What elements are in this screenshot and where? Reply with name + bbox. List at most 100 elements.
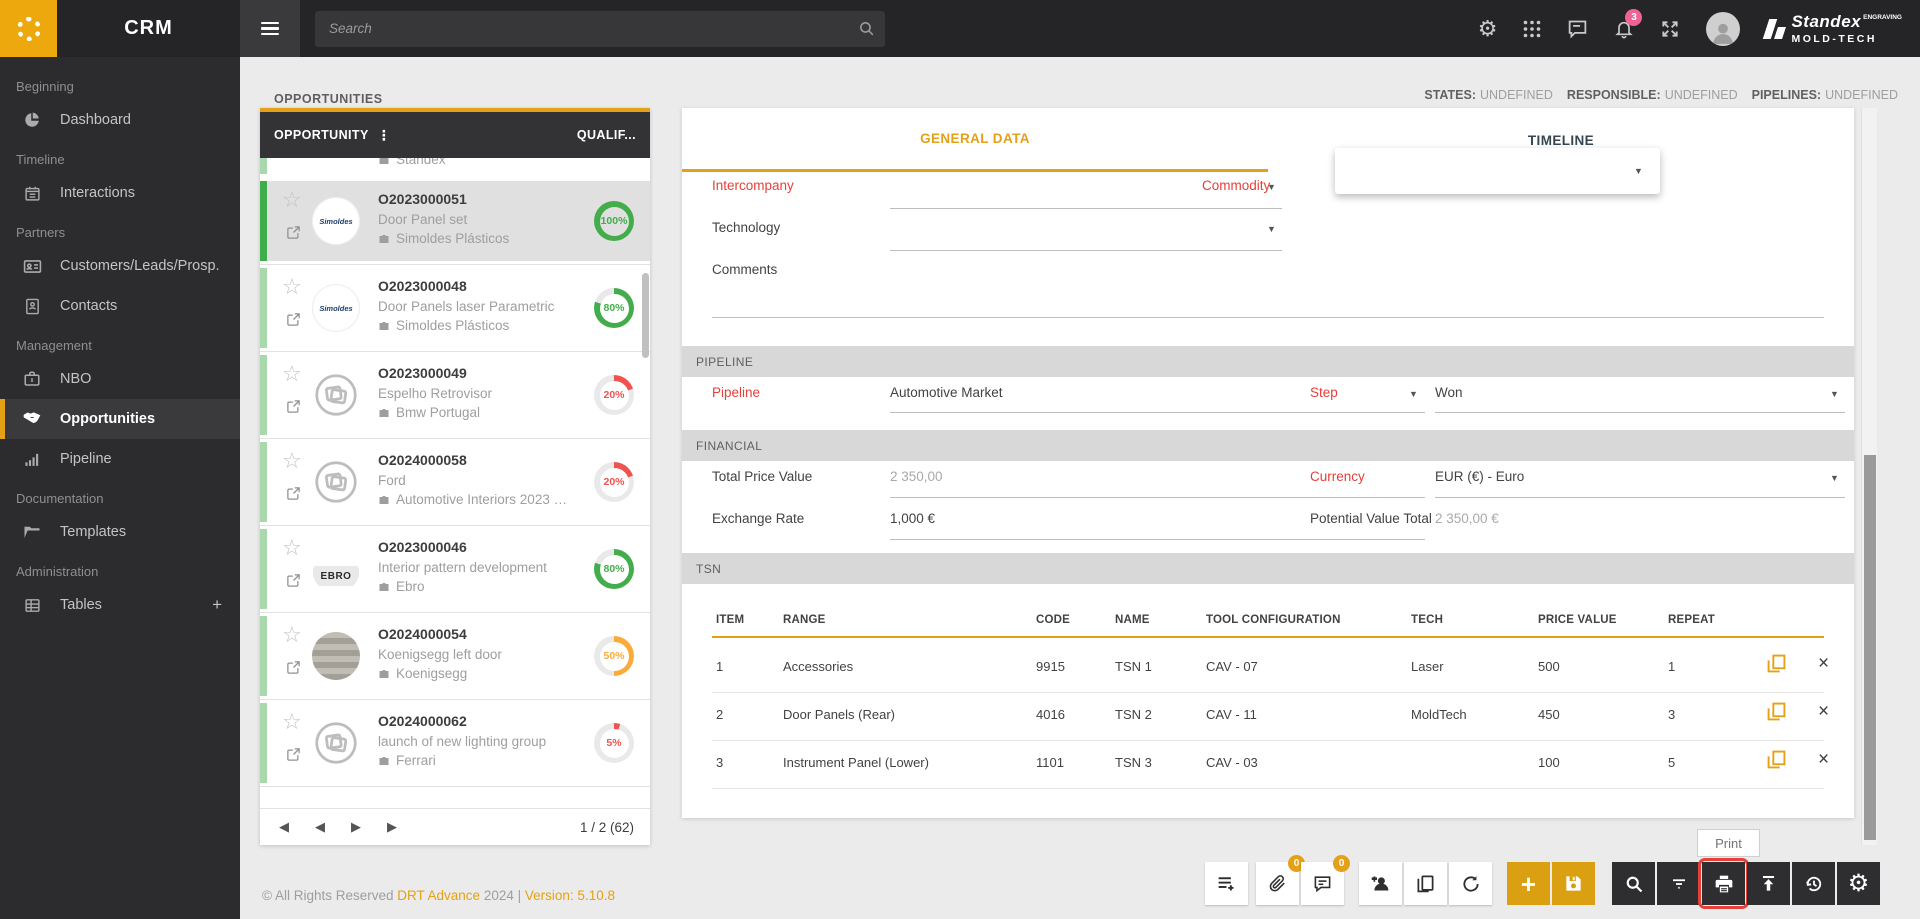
open-external-icon[interactable] [286, 399, 301, 414]
cell-repeat[interactable]: 5 [1668, 755, 1675, 770]
cell-repeat[interactable]: 3 [1668, 707, 1675, 722]
search-input[interactable] [315, 10, 885, 47]
cell-price[interactable]: 450 [1538, 707, 1560, 722]
cell-tool[interactable]: CAV - 11 [1206, 707, 1257, 722]
tab-general-data[interactable]: GENERAL DATA [682, 108, 1268, 172]
cell-code[interactable]: 1101 [1036, 755, 1064, 770]
favorite-star-icon[interactable]: ☆ [282, 711, 302, 733]
open-external-icon[interactable] [286, 747, 301, 762]
opportunity-column-menu-icon[interactable]: ⋮ [377, 127, 391, 144]
technology-select[interactable] [890, 250, 1282, 251]
footer-version-link[interactable]: Version: 5.10.8 [525, 888, 615, 903]
pipeline-select[interactable] [890, 412, 1425, 413]
notes-button[interactable]: 0 [1301, 855, 1350, 905]
favorite-star-icon[interactable]: ☆ [282, 363, 302, 385]
add-person-button[interactable] [1359, 862, 1402, 905]
commodity-select[interactable] [1335, 148, 1660, 194]
currency-value[interactable]: EUR (€) - Euro [1435, 469, 1524, 484]
history-button[interactable] [1792, 862, 1835, 905]
app-logo[interactable] [0, 0, 57, 57]
chevron-down-icon[interactable]: ▼ [1830, 389, 1839, 399]
last-page-button[interactable]: ▶ [387, 819, 400, 835]
delete-row-button[interactable]: × [1818, 750, 1829, 769]
open-external-icon[interactable] [286, 486, 301, 501]
chevron-down-icon[interactable]: ▼ [1830, 473, 1839, 483]
open-external-icon[interactable] [286, 312, 301, 327]
favorite-star-icon[interactable]: ☆ [282, 276, 302, 298]
intercompany-select[interactable] [890, 208, 1282, 209]
previous-page-button[interactable]: ◀ [315, 819, 325, 835]
cell-range[interactable]: Accessories [783, 659, 853, 674]
cell-name[interactable]: TSN 2 [1115, 707, 1152, 722]
search-icon[interactable] [858, 20, 875, 37]
cell-tool[interactable]: CAV - 03 [1206, 755, 1258, 770]
cell-code[interactable]: 9915 [1036, 659, 1065, 674]
sidebar-item-templates[interactable]: Templates [0, 512, 240, 552]
sidebar-item-customers[interactable]: Customers/Leads/Prosp. [0, 246, 240, 286]
opportunity-list-item[interactable]: ☆ Simoldes O2023000051 Door Panel set Si… [260, 181, 650, 265]
currency-select[interactable] [1435, 497, 1845, 498]
open-external-icon[interactable] [286, 660, 301, 675]
duplicate-row-button[interactable] [1767, 750, 1786, 769]
favorite-star-icon[interactable]: ☆ [282, 450, 302, 472]
add-table-button[interactable]: + [212, 595, 222, 615]
column-qualify[interactable]: QUALIF... [577, 128, 636, 142]
pipeline-value[interactable]: Automotive Market [890, 385, 1003, 400]
favorite-star-icon[interactable]: ☆ [282, 189, 302, 211]
step-select[interactable] [1435, 412, 1845, 413]
opportunity-list-item[interactable]: ☆ O2024000058 Ford Automotive Interiors … [260, 442, 650, 526]
cell-name[interactable]: TSN 3 [1115, 755, 1152, 770]
add-new-button[interactable]: + [1507, 862, 1550, 905]
sidebar-item-tables[interactable]: Tables + [0, 585, 240, 625]
export-upload-button[interactable] [1747, 862, 1790, 905]
list-scrollbar-thumb[interactable] [642, 273, 649, 358]
main-scrollbar-thumb[interactable] [1864, 455, 1876, 840]
duplicate-row-button[interactable] [1767, 702, 1786, 721]
duplicate-row-button[interactable] [1767, 654, 1786, 673]
fullscreen-icon[interactable] [1660, 19, 1680, 39]
delete-row-button[interactable]: × [1818, 702, 1829, 721]
column-opportunity[interactable]: OPPORTUNITY [274, 128, 369, 142]
add-line-button[interactable] [1205, 862, 1248, 905]
comments-input[interactable] [712, 317, 1824, 318]
first-page-button[interactable]: ◀ [276, 819, 289, 835]
sidebar-item-pipeline[interactable]: Pipeline [0, 439, 240, 479]
toolbar-settings-button[interactable]: ⚙ [1837, 862, 1880, 905]
next-page-button[interactable]: ▶ [351, 819, 361, 835]
opportunity-list-item[interactable]: ☆ O2023000049 Espelho Retrovisor Bmw Por… [260, 355, 650, 439]
favorite-star-icon[interactable]: ☆ [282, 537, 302, 559]
cell-range[interactable]: Door Panels (Rear) [783, 707, 895, 722]
user-avatar[interactable] [1706, 11, 1741, 46]
main-scrollbar[interactable] [1861, 108, 1877, 845]
cell-repeat[interactable]: 1 [1668, 659, 1675, 674]
search-records-button[interactable] [1612, 862, 1655, 905]
chat-icon[interactable] [1567, 18, 1588, 39]
refresh-button[interactable] [1449, 862, 1492, 905]
opportunity-list-item[interactable]: ☆ Simoldes O2023000048 Door Panels laser… [260, 268, 650, 352]
opportunity-list-item[interactable]: ☆ O2024000054 Koenigsegg left door Koeni… [260, 616, 650, 700]
duplicate-button[interactable] [1404, 862, 1447, 905]
cell-name[interactable]: TSN 1 [1115, 659, 1152, 674]
chevron-down-icon[interactable]: ▼ [1634, 166, 1643, 176]
delete-row-button[interactable]: × [1818, 654, 1829, 673]
total-price-input[interactable] [890, 497, 1425, 498]
sidebar-item-opportunities[interactable]: Opportunities [0, 399, 240, 439]
footer-brand-link[interactable]: DRT Advance [397, 888, 480, 903]
opportunity-list-item[interactable]: ☆ O2024000062 launch of new lighting gro… [260, 703, 650, 787]
cell-tech[interactable]: MoldTech [1411, 707, 1467, 722]
cell-range[interactable]: Instrument Panel (Lower) [783, 755, 929, 770]
list-item-partial[interactable]: Standex [260, 158, 650, 174]
apps-grid-icon[interactable] [1523, 20, 1541, 38]
opportunity-list-item[interactable]: ☆ EBRO O2023000046 Interior pattern deve… [260, 529, 650, 613]
favorite-star-icon[interactable]: ☆ [282, 624, 302, 646]
cell-price[interactable]: 500 [1538, 659, 1560, 674]
step-value[interactable]: Won [1435, 385, 1463, 400]
chevron-down-icon[interactable]: ▼ [1267, 224, 1276, 234]
settings-icon[interactable]: ⚙ [1478, 17, 1498, 40]
open-external-icon[interactable] [286, 573, 301, 588]
menu-toggle-button[interactable] [240, 0, 300, 57]
exchange-rate-value[interactable]: 1,000 € [890, 511, 935, 526]
cell-tech[interactable]: Laser [1411, 659, 1444, 674]
sidebar-item-nbo[interactable]: NBO [0, 359, 240, 399]
notifications-bell-icon[interactable]: 3 [1614, 9, 1643, 39]
